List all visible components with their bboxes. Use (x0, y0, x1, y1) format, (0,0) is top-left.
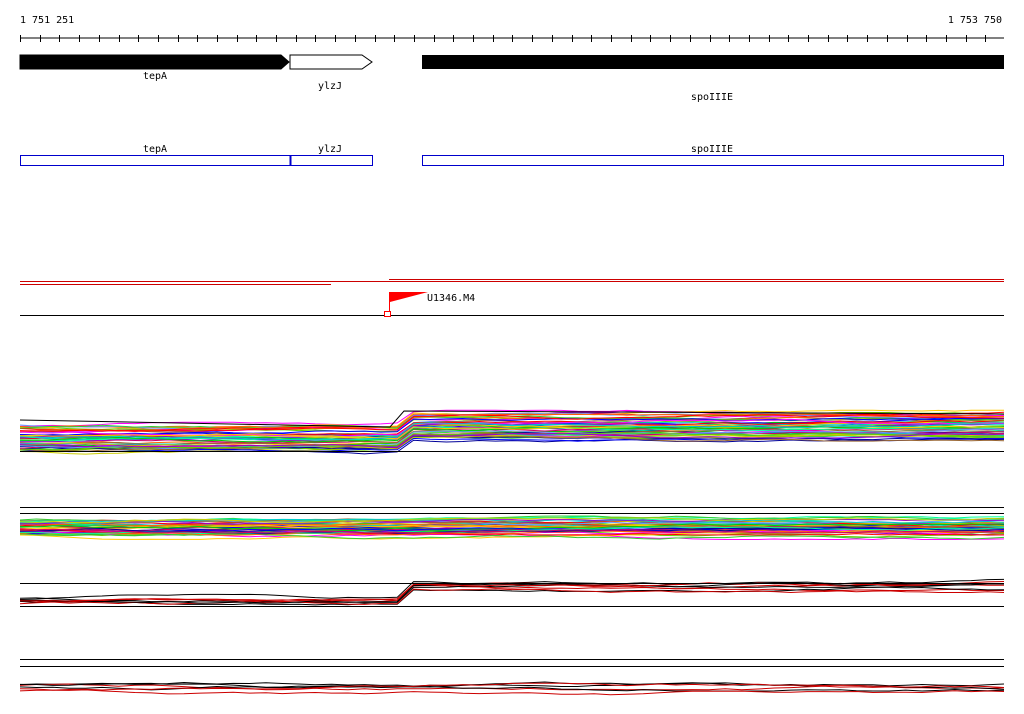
gene-arrow-spoiiie[interactable] (422, 55, 1004, 69)
transcript-box-ylzj[interactable] (290, 155, 373, 166)
segmentation-track (20, 279, 1004, 285)
gene-label-spoiiie[interactable]: spoIIIE (691, 92, 733, 103)
ruler-end-label: 1 753 750 (948, 15, 1002, 26)
marker-flag-icon[interactable] (390, 292, 428, 302)
transcript-label-ylzj: ylzJ (318, 144, 342, 155)
expression-profile-panel-1 (19, 409, 1005, 455)
gene-arrow-ylzj[interactable] (289, 54, 373, 70)
marker-label[interactable]: U1346.M4 (427, 293, 475, 304)
panel-4-frame (20, 659, 1004, 667)
gene-label-tepa[interactable]: tepA (143, 71, 167, 82)
gene-arrow-tepa[interactable] (19, 54, 290, 70)
expression-profile-panel-3 (19, 578, 1005, 607)
gene-track: tepA ylzJ spoIIIE (19, 54, 1004, 103)
genome-browser-view: 1 751 251 1 753 750 tepA ylzJ spoIIIE te… (19, 15, 1005, 696)
marker-track: U1346.M4 (20, 292, 1004, 317)
transcript-box-spoiiie[interactable] (422, 155, 1004, 166)
gene-label-ylzj[interactable]: ylzJ (318, 81, 342, 92)
expression-profile-panel-4 (19, 681, 1005, 696)
panel-2-frame (20, 507, 1004, 514)
transcript-label-tepa: tepA (143, 144, 167, 155)
coordinate-ruler: 1 751 251 1 753 750 (20, 15, 1004, 42)
transcript-box-tepa[interactable] (20, 155, 291, 166)
ruler-start-label: 1 751 251 (20, 15, 74, 26)
expression-profile-panel-2 (19, 515, 1005, 541)
transcript-track: tepA ylzJ spoIIIE (20, 144, 1004, 166)
transcript-label-spoiiie: spoIIIE (691, 144, 733, 155)
marker-anchor (384, 311, 391, 317)
